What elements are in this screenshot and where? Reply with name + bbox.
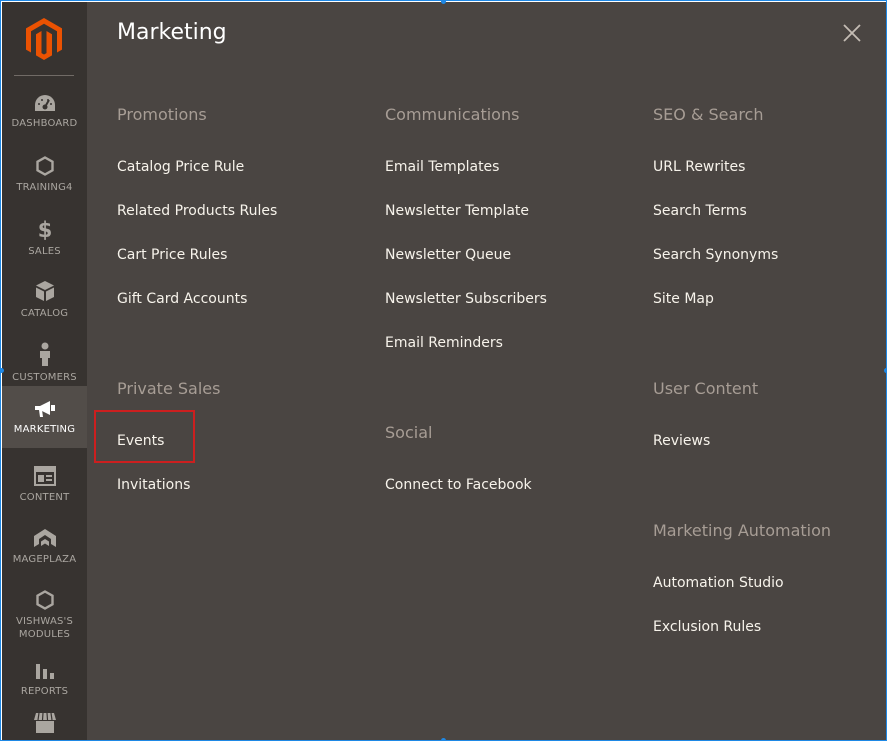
link-reviews[interactable]: Reviews [653,433,710,449]
sidebar-item-label: CONTENT [19,492,70,503]
box-icon [35,281,54,301]
sidebar-item-label: MAGEPLAZA [12,554,77,565]
close-button[interactable] [843,24,861,42]
link-connect-to-facebook[interactable]: Connect to Facebook [385,477,532,493]
layout-icon [33,466,56,486]
link-events[interactable]: Events [117,433,164,449]
sidebar-item-dashboard[interactable]: DASHBOARD [2,84,87,146]
sidebar-item-label: SALES [28,246,61,257]
sidebar-item-customers[interactable]: CUSTOMERS [2,332,87,394]
hexagon-icon [35,156,54,176]
close-icon [843,24,861,42]
sidebar-item-label: VISHWAS'S MODULES [15,616,74,640]
section-heading-social: Social [385,423,433,442]
sidebar-item-vishwas-modules[interactable]: VISHWAS'S MODULES [2,580,87,650]
section-heading-user-content: User Content [653,379,759,398]
dashboard-icon [34,95,55,111]
section-heading-promotions: Promotions [117,105,207,124]
sidebar-item-training4[interactable]: TRAINING4 [2,146,87,208]
sidebar-item-label: CATALOG [20,308,69,319]
sidebar-item-stores[interactable] [2,702,87,740]
link-related-products-rules[interactable]: Related Products Rules [117,203,277,219]
link-url-rewrites[interactable]: URL Rewrites [653,159,745,175]
sidebar-item-marketing[interactable]: MARKETING [2,386,87,448]
svg-text:$: $ [37,218,52,240]
sidebar-item-label: REPORTS [20,686,69,697]
megaphone-icon [34,401,55,417]
link-invitations[interactable]: Invitations [117,477,190,493]
bar-chart-icon [35,664,54,679]
link-email-templates[interactable]: Email Templates [385,159,499,175]
marketing-menu-panel: Marketing Promotions Catalog Price Rule … [87,2,886,740]
link-newsletter-subscribers[interactable]: Newsletter Subscribers [385,291,547,307]
sidebar-item-label: DASHBOARD [11,118,78,129]
link-automation-studio[interactable]: Automation Studio [653,575,784,591]
store-icon [33,712,56,733]
link-newsletter-template[interactable]: Newsletter Template [385,203,529,219]
sidebar-item-content[interactable]: CONTENT [2,456,87,518]
link-search-synonyms[interactable]: Search Synonyms [653,247,778,263]
hexagon-icon [35,590,54,610]
sidebar-item-mageplaza[interactable]: MAGEPLAZA [2,518,87,580]
link-search-terms[interactable]: Search Terms [653,203,747,219]
sidebar-item-label: MARKETING [13,424,76,435]
link-email-reminders[interactable]: Email Reminders [385,335,503,351]
section-heading-marketing-automation: Marketing Automation [653,521,832,540]
sidebar-item-label: CUSTOMERS [12,372,77,383]
section-heading-private-sales: Private Sales [117,379,221,398]
magento-logo[interactable] [14,2,74,76]
section-heading-seo-search: SEO & Search [653,105,764,124]
admin-sidebar: DASHBOARD TRAINING4 $ SALES CATALOG CUST… [2,2,87,740]
link-catalog-price-rule[interactable]: Catalog Price Rule [117,159,244,175]
link-newsletter-queue[interactable]: Newsletter Queue [385,247,511,263]
panel-title: Marketing [117,20,227,45]
dollar-icon: $ [37,218,52,240]
sidebar-item-sales[interactable]: $ SALES [2,208,87,270]
sidebar-item-label: TRAINING4 [16,182,73,193]
sidebar-item-catalog[interactable]: CATALOG [2,270,87,332]
link-site-map[interactable]: Site Map [653,291,714,307]
mageplaza-icon [33,529,56,547]
link-cart-price-rules[interactable]: Cart Price Rules [117,247,227,263]
link-gift-card-accounts[interactable]: Gift Card Accounts [117,291,247,307]
screenshot-frame: DASHBOARD TRAINING4 $ SALES CATALOG CUST… [0,0,887,741]
magento-logo-icon [26,17,62,60]
section-heading-communications: Communications [385,105,520,124]
person-icon [39,342,50,366]
link-exclusion-rules[interactable]: Exclusion Rules [653,619,761,635]
